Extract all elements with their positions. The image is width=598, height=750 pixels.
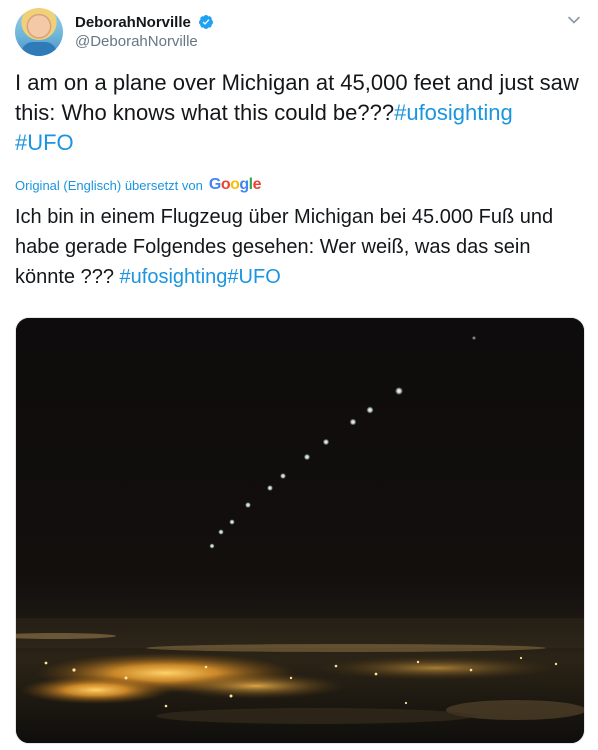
translated-body: Ich bin in einem Flugzeug über Michigan …	[15, 206, 554, 288]
translation-label: Original (Englisch) übersetzt von	[15, 177, 203, 193]
tweet-photo[interactable]	[15, 317, 585, 744]
hashtag-link-ufosighting[interactable]: #ufosighting	[394, 100, 513, 125]
translated-hashtag-ufosighting[interactable]: #ufosighting	[120, 266, 228, 288]
avatar-shoulders	[21, 42, 57, 56]
google-logo: Google	[208, 176, 262, 193]
tweet-text: I am on a plane over Michigan at 45,000 …	[15, 68, 583, 158]
verified-badge-icon	[199, 15, 213, 29]
avatar[interactable]	[15, 8, 63, 56]
author-handle[interactable]: @DeborahNorville	[75, 33, 198, 50]
author-display-name[interactable]: DeborahNorville	[75, 14, 191, 31]
translated-text: Ich bin in einem Flugzeug über Michigan …	[15, 202, 585, 292]
hashtag-link-ufo[interactable]: #UFO	[15, 130, 74, 155]
night-sky-photo	[16, 318, 584, 743]
translation-attribution[interactable]: Original (Englisch) übersetzt von Google	[15, 176, 262, 194]
translated-hashtag-ufo[interactable]: #UFO	[227, 266, 280, 288]
chevron-down-icon[interactable]	[566, 12, 582, 28]
